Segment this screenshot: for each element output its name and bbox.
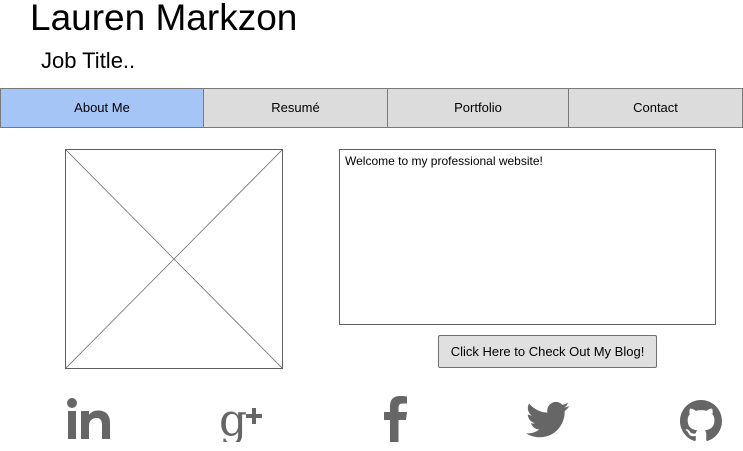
image-placeholder-icon: [66, 150, 282, 368]
github-icon[interactable]: [680, 400, 722, 450]
linkedin-icon[interactable]: [66, 398, 112, 448]
site-owner-name: Lauren Markzon: [30, 0, 298, 38]
welcome-text: Welcome to my professional website!: [345, 154, 543, 168]
tab-about-me[interactable]: About Me: [1, 89, 203, 127]
blog-button[interactable]: Click Here to Check Out My Blog!: [438, 335, 657, 368]
main-nav: About Me Resumé Portfolio Contact: [0, 88, 743, 128]
tab-portfolio[interactable]: Portfolio: [387, 89, 568, 127]
google-plus-icon[interactable]: g: [219, 396, 267, 446]
facebook-icon[interactable]: [382, 396, 410, 446]
tab-resume[interactable]: Resumé: [203, 89, 387, 127]
tab-contact[interactable]: Contact: [568, 89, 742, 127]
job-title: Job Title..: [41, 48, 136, 73]
profile-photo-placeholder: [65, 149, 283, 369]
svg-text:g: g: [219, 396, 247, 442]
welcome-text-box: Welcome to my professional website!: [339, 149, 716, 325]
